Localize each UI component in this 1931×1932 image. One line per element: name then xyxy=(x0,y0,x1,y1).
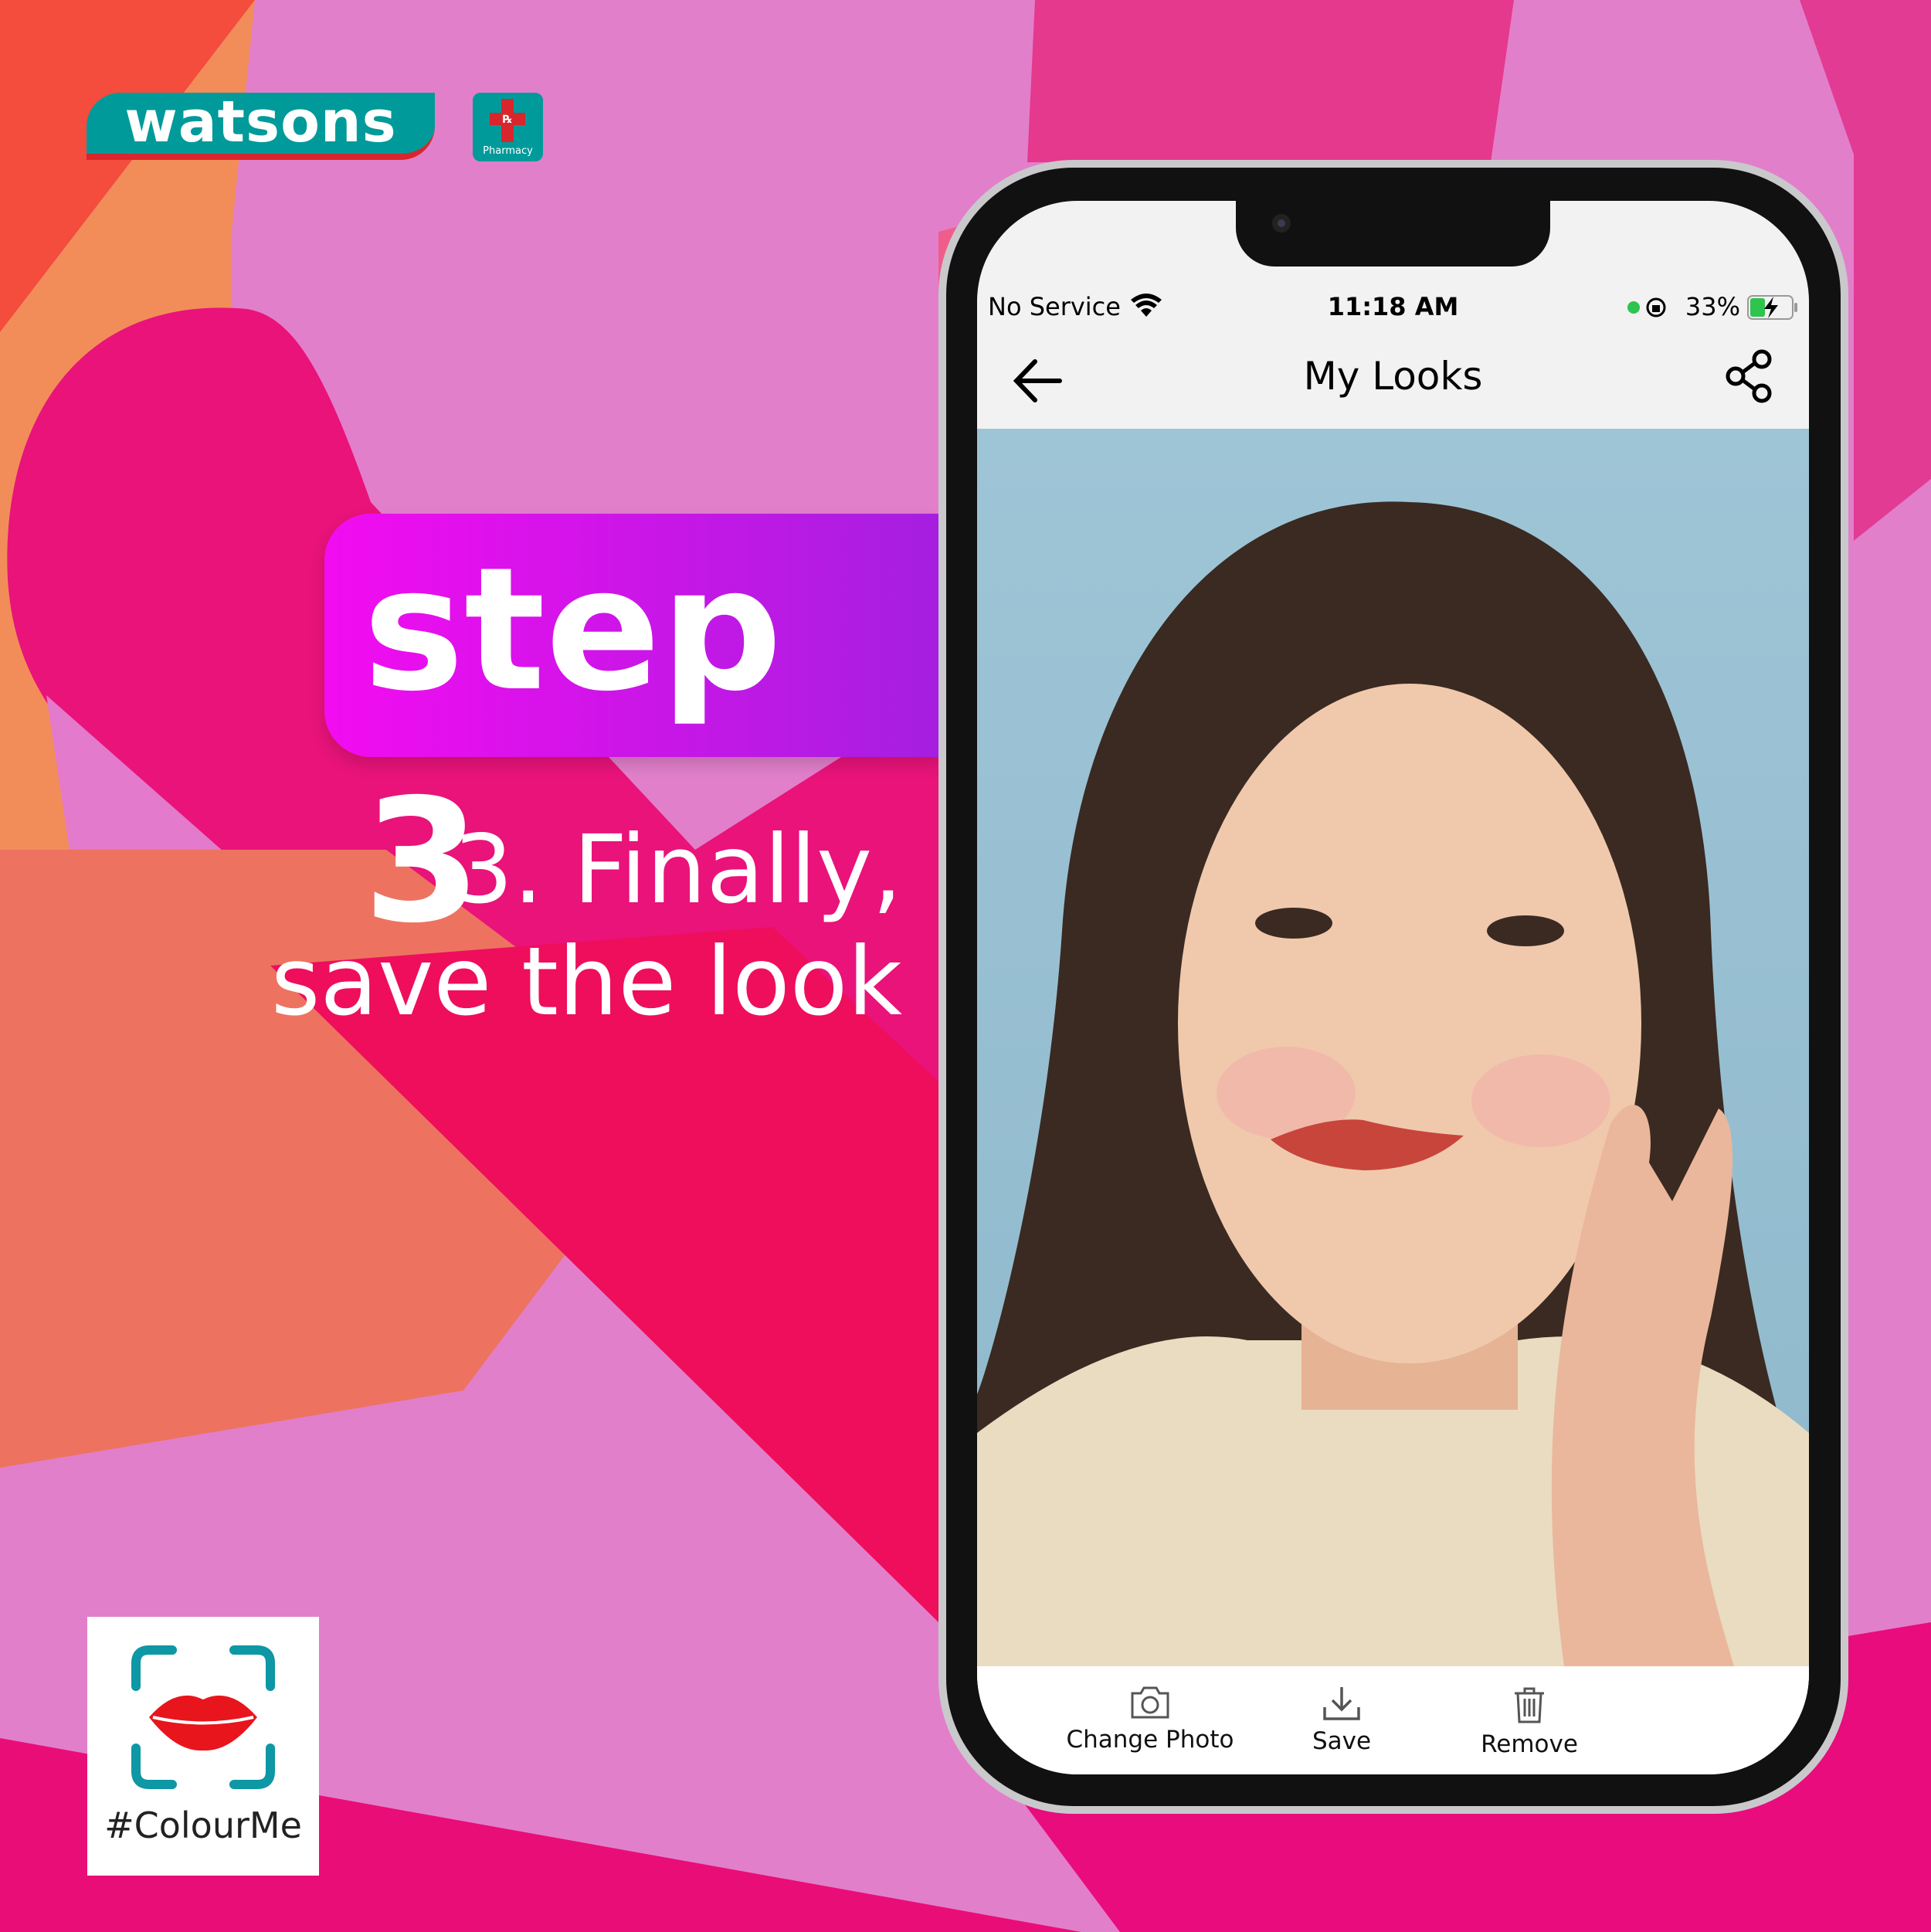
orientation-lock-icon xyxy=(1646,297,1666,317)
camera-icon xyxy=(1131,1686,1169,1719)
clock: 11:18 AM xyxy=(1327,292,1459,321)
watsons-logo: watsons xyxy=(87,93,435,160)
pharmacy-cross-icon: ℞ xyxy=(490,99,525,142)
front-camera-icon xyxy=(1272,214,1291,233)
trash-icon xyxy=(1515,1687,1544,1723)
share-icon[interactable] xyxy=(1725,349,1774,403)
action-bar: Change Photo Save Remove xyxy=(977,1666,1809,1774)
change-photo-label: Change Photo xyxy=(1066,1726,1234,1754)
lips-scan-icon xyxy=(131,1645,275,1789)
save-button[interactable]: Save xyxy=(1241,1686,1442,1755)
page-title: My Looks xyxy=(1303,354,1483,399)
remove-label: Remove xyxy=(1481,1730,1578,1758)
battery-charging-icon xyxy=(1747,295,1797,320)
portrait-image xyxy=(977,501,1809,1666)
colourme-hashtag: #ColourMe xyxy=(104,1805,302,1846)
colourme-badge: #ColourMe xyxy=(87,1617,319,1876)
phone-notch xyxy=(1236,197,1550,267)
caption-line-2: save the look xyxy=(270,927,902,1037)
caption-line-1: 3. Finally, xyxy=(453,815,902,925)
status-bar: No Service 11:18 AM 33% xyxy=(988,292,1798,331)
step-badge: step 3 xyxy=(324,514,942,960)
svg-text:℞: ℞ xyxy=(503,114,513,126)
remove-button[interactable]: Remove xyxy=(1429,1686,1630,1758)
download-icon xyxy=(1323,1687,1360,1720)
battery-percent: 33% xyxy=(1685,292,1740,321)
pharmacy-label: Pharmacy xyxy=(483,145,533,157)
pharmacy-badge: ℞ Pharmacy xyxy=(473,93,543,161)
phone-screen: No Service 11:18 AM 33% My Looks Change … xyxy=(977,201,1809,1774)
nav-header: My Looks xyxy=(977,332,1809,429)
save-label: Save xyxy=(1312,1727,1372,1755)
look-photo: 01 xyxy=(977,429,1809,1666)
change-photo-button[interactable]: Change Photo xyxy=(1050,1686,1251,1754)
location-dot-icon xyxy=(1627,301,1640,314)
